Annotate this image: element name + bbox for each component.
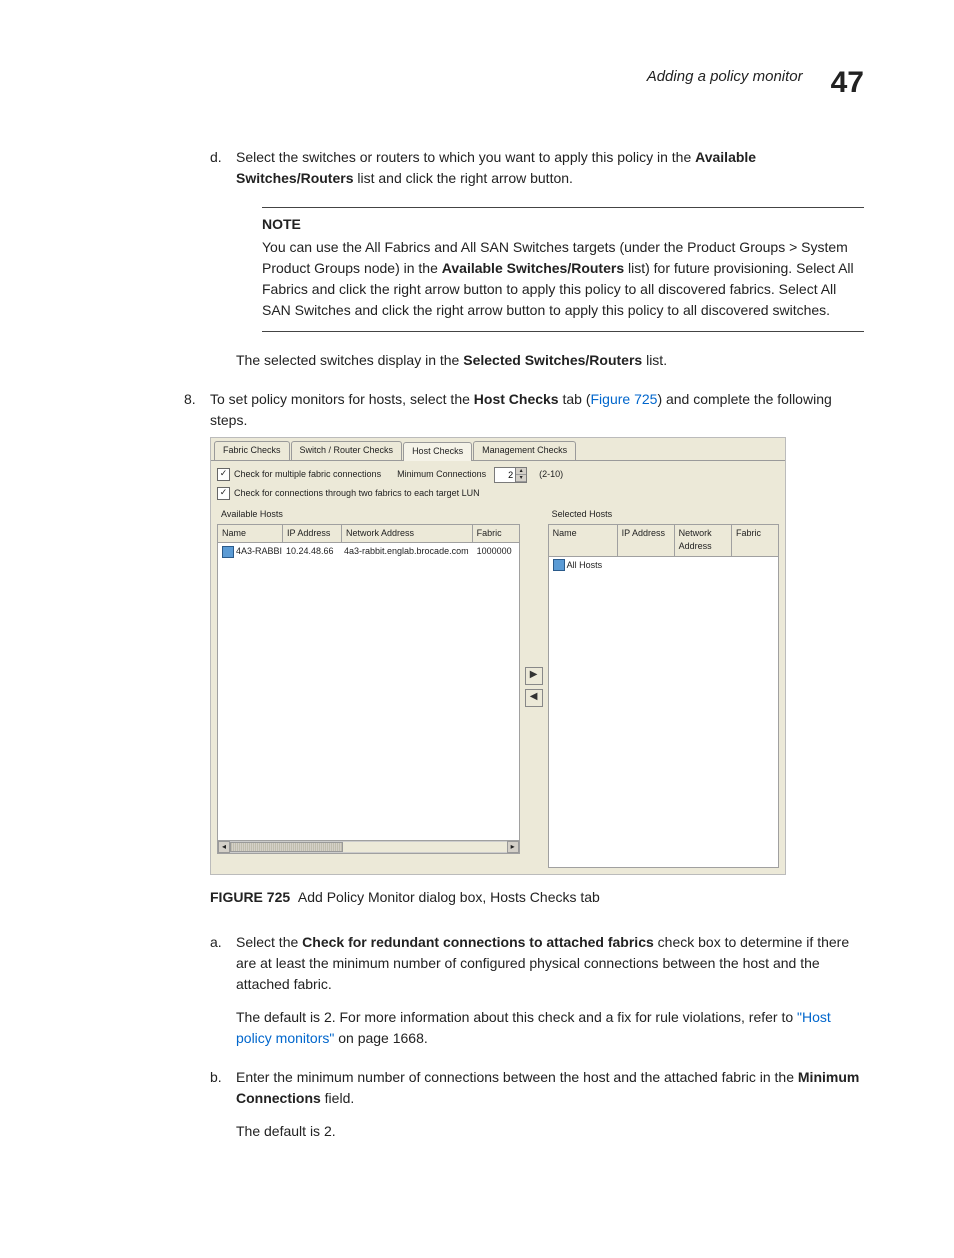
host-icon xyxy=(553,559,565,571)
note-heading: NOTE xyxy=(262,214,864,235)
step-b-marker: b. xyxy=(210,1067,236,1142)
tab-switch-router-checks[interactable]: Switch / Router Checks xyxy=(291,441,403,460)
min-connections-range: (2-10) xyxy=(539,468,563,482)
scroll-left-icon[interactable]: ◂ xyxy=(218,841,230,853)
selected-hosts-body[interactable]: All Hosts xyxy=(548,557,779,868)
figure-caption: FIGURE 725 Add Policy Monitor dialog box… xyxy=(210,887,864,908)
after-note-paragraph: The selected switches display in the Sel… xyxy=(236,350,864,371)
note-body: You can use the All Fabrics and All SAN … xyxy=(262,237,864,321)
available-hosts-title: Available Hosts xyxy=(217,506,520,524)
tab-host-checks[interactable]: Host Checks xyxy=(403,442,472,461)
check-multiple-fabric-checkbox[interactable]: ✓ xyxy=(217,468,230,481)
tab-management-checks[interactable]: Management Checks xyxy=(473,441,576,460)
scroll-right-icon[interactable]: ▸ xyxy=(507,841,519,853)
table-row[interactable]: All Hosts xyxy=(549,557,778,575)
min-connections-label: Minimum Connections xyxy=(397,468,486,482)
step-d-text: Select the switches or routers to which … xyxy=(236,147,864,371)
step-b-body: Enter the minimum number of connections … xyxy=(236,1067,864,1142)
available-hosts-header: Name IP Address Network Address Fabric xyxy=(217,524,520,544)
step-a-body: Select the Check for redundant connectio… xyxy=(236,932,864,1049)
step-d-marker: d. xyxy=(210,147,236,371)
spinner-down-icon[interactable]: ▾ xyxy=(516,475,526,482)
step-8-body: To set policy monitors for hosts, select… xyxy=(210,389,864,1160)
min-connections-spinner[interactable]: ▴▾ xyxy=(494,467,527,483)
tab-fabric-checks[interactable]: Fabric Checks xyxy=(214,441,290,460)
selected-hosts-title: Selected Hosts xyxy=(548,506,779,524)
step-d-post: list and click the right arrow button. xyxy=(353,170,572,186)
figure-ref-725[interactable]: Figure 725 xyxy=(591,391,658,407)
header-title: Adding a policy monitor xyxy=(647,66,803,89)
table-row[interactable]: 4A3-RABBIT 10.24.48.66 4a3-rabbit.englab… xyxy=(218,543,519,561)
min-connections-input[interactable] xyxy=(495,470,515,480)
selected-hosts-header: Name IP Address Network Address Fabric xyxy=(548,524,779,557)
check-two-fabrics-label: Check for connections through two fabric… xyxy=(234,487,480,501)
step-d-pre: Select the switches or routers to which … xyxy=(236,149,695,165)
spinner-up-icon[interactable]: ▴ xyxy=(516,468,526,475)
host-icon xyxy=(222,546,234,558)
move-right-button[interactable]: ▶ xyxy=(525,667,543,685)
scroll-thumb[interactable] xyxy=(230,842,343,852)
check-two-fabrics-checkbox[interactable]: ✓ xyxy=(217,487,230,500)
step-b-paragraph-2: The default is 2. xyxy=(236,1121,864,1142)
check-multiple-fabric-label: Check for multiple fabric connections xyxy=(234,468,381,482)
step-a-marker: a. xyxy=(210,932,236,1049)
add-policy-monitor-dialog: Fabric ChecksSwitch / Router ChecksHost … xyxy=(210,437,786,875)
available-hosts-body[interactable]: 4A3-RABBIT 10.24.48.66 4a3-rabbit.englab… xyxy=(217,543,520,854)
note-block: NOTE You can use the All Fabrics and All… xyxy=(262,207,864,332)
chapter-number: 47 xyxy=(831,60,864,105)
step-8-marker: 8. xyxy=(184,389,210,1160)
move-left-button[interactable]: ◀ xyxy=(525,689,543,707)
horizontal-scrollbar[interactable]: ◂ ▸ xyxy=(218,840,519,853)
page-header: Adding a policy monitor 47 xyxy=(90,60,864,105)
